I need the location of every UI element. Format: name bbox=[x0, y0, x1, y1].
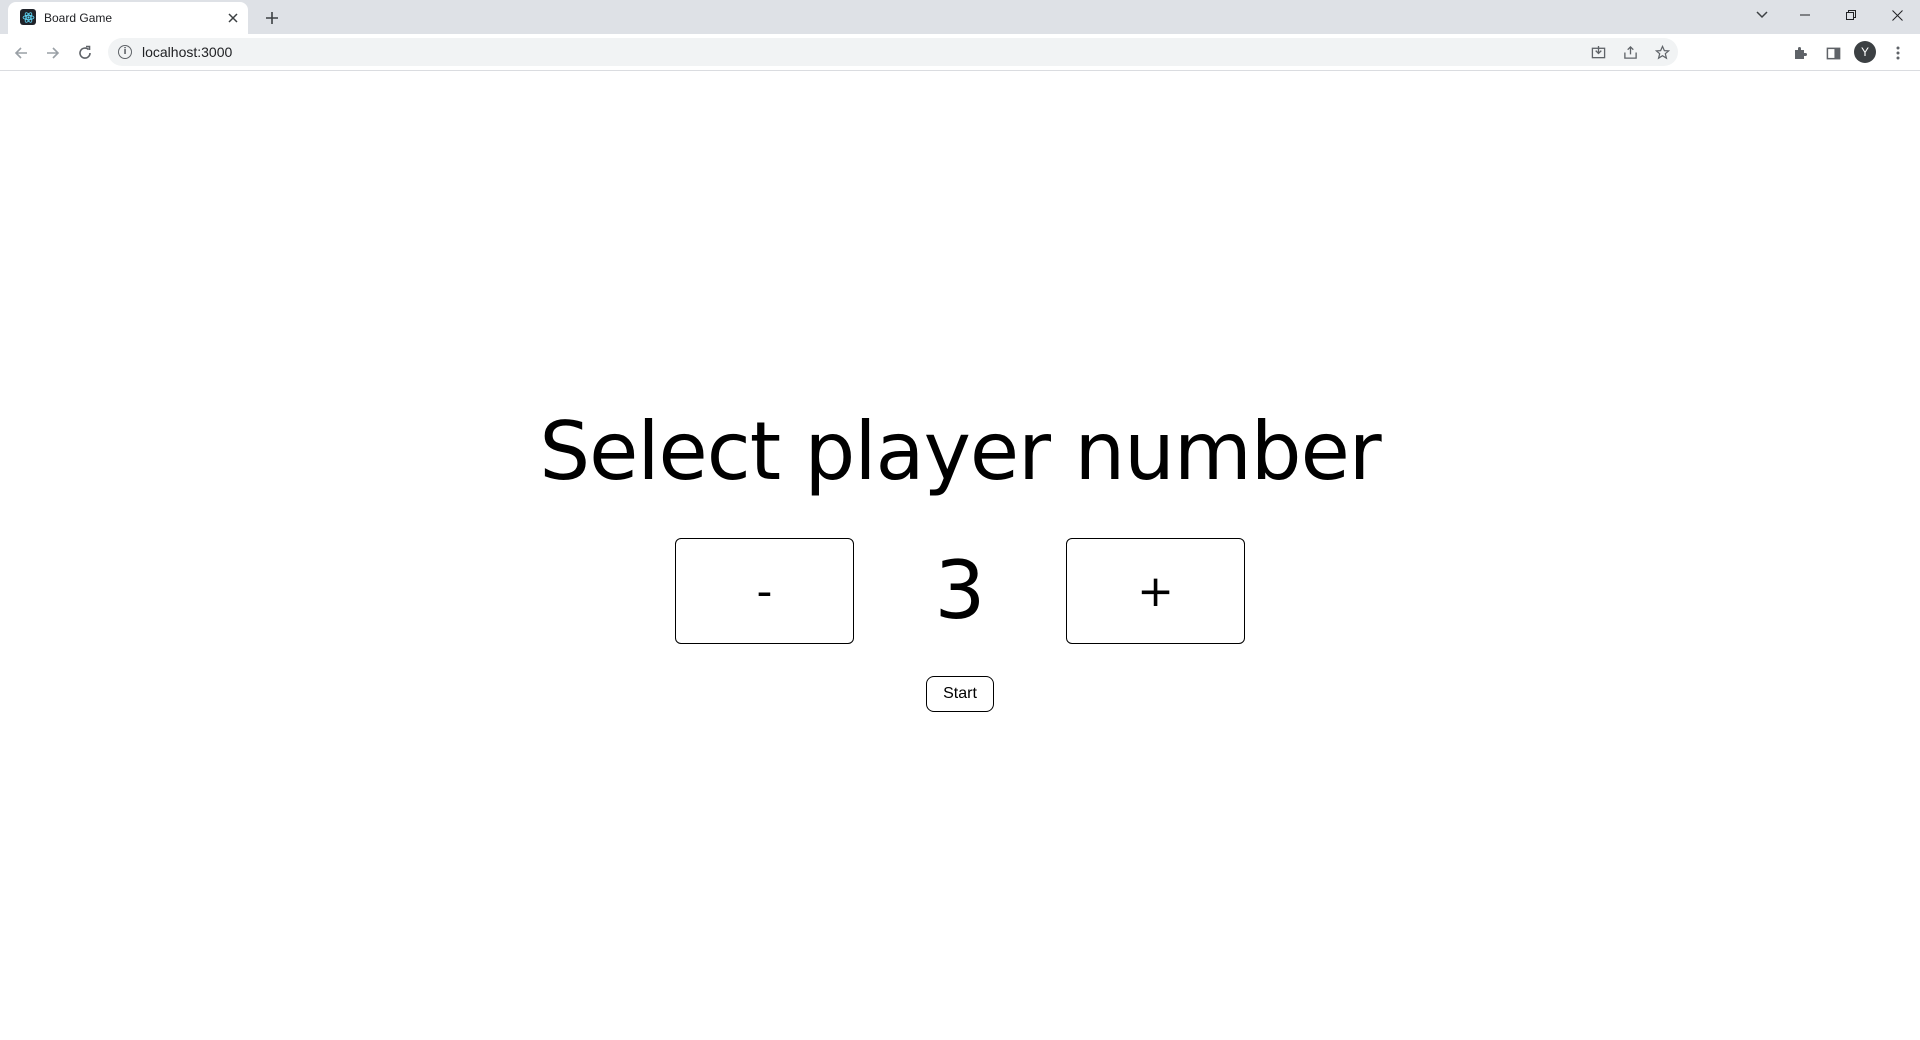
browser-toolbar: i localhost:3000 Y bbox=[0, 34, 1920, 71]
decrement-button[interactable]: - bbox=[675, 538, 854, 644]
install-icon[interactable] bbox=[1582, 38, 1614, 66]
window-close-icon[interactable] bbox=[1874, 0, 1920, 30]
increment-button[interactable]: + bbox=[1066, 538, 1245, 644]
kebab-menu-icon[interactable] bbox=[1884, 39, 1912, 67]
browser-chrome: Board Game i localhost:3000 Y bbox=[0, 0, 1920, 71]
tab-board-game[interactable]: Board Game bbox=[8, 2, 248, 34]
back-arrow-icon[interactable] bbox=[7, 39, 35, 67]
restore-icon[interactable] bbox=[1828, 0, 1874, 30]
info-icon[interactable]: i bbox=[118, 45, 132, 59]
page-content: Select player number - 3 + Start bbox=[0, 71, 1920, 1040]
star-icon[interactable] bbox=[1646, 38, 1678, 66]
side-panel-icon[interactable] bbox=[1819, 39, 1847, 67]
share-icon[interactable] bbox=[1614, 38, 1646, 66]
reload-icon[interactable] bbox=[71, 39, 99, 67]
react-favicon-icon bbox=[20, 9, 36, 25]
page-title: Select player number bbox=[539, 405, 1381, 498]
avatar[interactable]: Y bbox=[1854, 41, 1876, 63]
puzzle-icon[interactable] bbox=[1786, 39, 1814, 67]
chevron-down-icon[interactable] bbox=[1748, 3, 1776, 27]
start-button[interactable]: Start bbox=[926, 676, 994, 712]
tab-strip: Board Game bbox=[0, 0, 1920, 34]
player-count: 3 bbox=[934, 544, 986, 637]
plus-icon[interactable] bbox=[260, 6, 284, 30]
window-controls bbox=[1782, 0, 1920, 30]
url-text: localhost:3000 bbox=[142, 44, 233, 60]
minimize-icon[interactable] bbox=[1782, 0, 1828, 30]
omnibox-actions bbox=[1582, 38, 1678, 66]
tab-title: Board Game bbox=[44, 11, 113, 25]
forward-arrow-icon[interactable] bbox=[39, 39, 67, 67]
address-bar[interactable]: i localhost:3000 bbox=[108, 38, 1678, 66]
close-icon[interactable] bbox=[224, 9, 242, 27]
